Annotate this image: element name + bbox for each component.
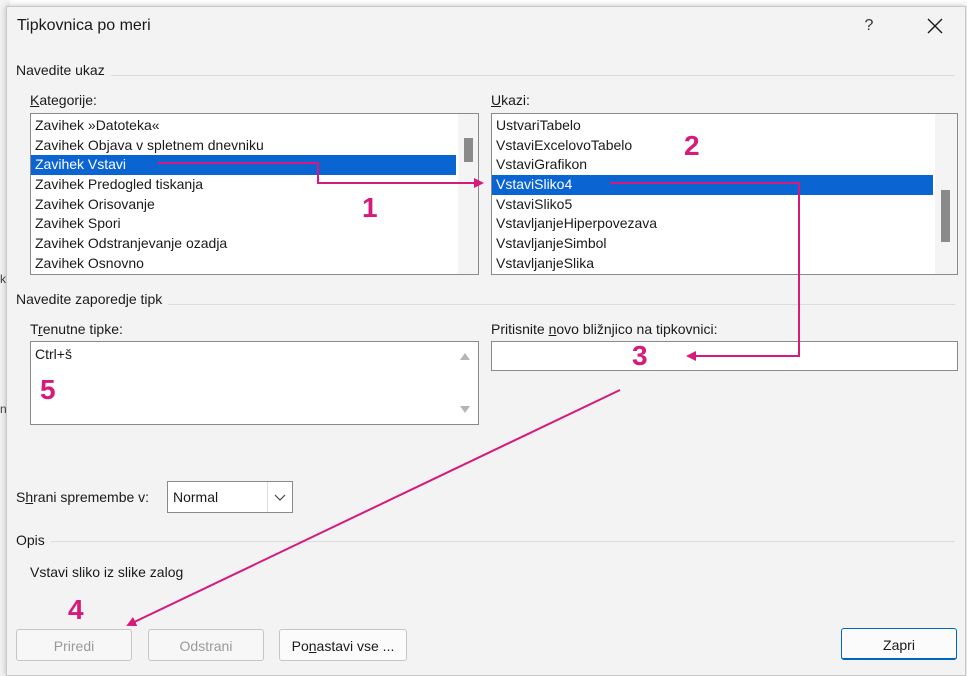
chevron-down-icon[interactable] [267, 482, 292, 512]
categories-scrollbar[interactable] [458, 114, 478, 274]
remove-button[interactable]: Odstrani [148, 629, 264, 661]
command-list-item[interactable]: VstaviExcelovoTabelo [492, 136, 933, 156]
command-list-item[interactable]: VstavljanjeSlika [492, 254, 933, 274]
scroll-up-arrow-icon[interactable] [460, 353, 470, 360]
assign-button[interactable]: Priredi [16, 629, 132, 661]
commands-list[interactable]: UstvariTabelo VstaviExcelovoTabelo VstaviG… [491, 113, 958, 275]
current-keys-list[interactable]: Ctrl+š [30, 341, 479, 425]
new-shortcut-label-text: ovo bližnjico na tipkovnici: [556, 321, 718, 337]
categories-list[interactable]: Zavihek »Datoteka« Zavihek Objava v splet… [30, 113, 479, 275]
command-list-item[interactable]: UstvariTabelo [492, 116, 933, 136]
current-keys-label-text: enutne tipke: [42, 321, 123, 337]
new-shortcut-label: Pritisnite novo bližnjico na tipkovnici: [491, 321, 717, 337]
category-list-item[interactable]: Zavihek Spori [31, 214, 456, 234]
commands-label-access-key: U [491, 92, 502, 108]
description-text: Vstavi sliko iz slike zalog [30, 564, 184, 580]
group-label-description: Opis [16, 532, 51, 548]
category-list-item[interactable]: Zavihek Predogled tiskanja [31, 175, 456, 195]
group-divider [17, 75, 955, 76]
save-in-label-text: rani spremembe v: [33, 489, 150, 505]
new-shortcut-label-start: Pritisnite [491, 321, 549, 337]
current-keys-label: Trenutne tipke: [30, 321, 123, 337]
group-label-keys: Navedite zaporedje tipk [16, 291, 169, 307]
category-list-item[interactable]: Zavihek »Datoteka« [31, 116, 456, 136]
reset-all-label-access-key: n [308, 638, 317, 654]
reset-all-label-start: Po [291, 638, 309, 654]
save-in-value: Normal [173, 489, 219, 505]
command-list-item[interactable]: VstaviSliko4 [492, 175, 933, 195]
category-list-item[interactable]: Zavihek Odstranjevanje ozadja [31, 234, 456, 254]
category-list-item[interactable]: Zavihek Osnovno [31, 254, 456, 274]
command-list-item[interactable]: VstaviSliko5 [492, 195, 933, 215]
save-in-label-start: S [16, 489, 26, 505]
close-icon[interactable] [917, 11, 953, 41]
category-list-item[interactable]: Zavihek Objava v spletnem dnevniku [31, 136, 456, 156]
categories-label: Kategorije: [30, 92, 97, 108]
help-button[interactable]: ? [855, 11, 883, 41]
new-shortcut-input[interactable] [491, 341, 958, 371]
customize-keyboard-dialog: Tipkovnica po meri ? Navedite ukaz Kateg… [6, 6, 966, 676]
scroll-down-arrow-icon[interactable] [460, 406, 470, 413]
title-bar: Tipkovnica po meri ? [7, 7, 965, 47]
current-key-item[interactable]: Ctrl+š [35, 346, 72, 362]
reset-all-label-text: astavi vse ... [316, 638, 395, 654]
save-in-label-access-key: h [25, 489, 34, 505]
command-list-item[interactable]: VstavljanjeSimbol [492, 234, 933, 254]
commands-scroll-thumb[interactable] [941, 190, 950, 242]
commands-label: Ukazi: [491, 92, 530, 108]
current-keys-label-start: T [30, 321, 39, 337]
categories-scroll-thumb[interactable] [464, 138, 473, 162]
annotation-step-2: 2 [684, 130, 700, 161]
annotation-step-4: 4 [68, 594, 84, 625]
category-list-item[interactable]: Zavihek Orisovanje [31, 195, 456, 215]
commands-scrollbar[interactable] [935, 114, 957, 274]
category-list-item[interactable]: Zavihek Vstavi [31, 155, 456, 176]
annotation-step-5: 5 [40, 374, 56, 405]
save-in-select[interactable]: Normal [167, 481, 293, 513]
group-divider [17, 541, 955, 542]
save-in-label: Shrani spremembe v: [16, 489, 149, 505]
command-list-item[interactable]: VstaviGrafikon [492, 155, 933, 175]
annotation-step-1: 1 [362, 192, 378, 223]
reset-all-button[interactable]: Ponastavi vse ... [279, 629, 407, 661]
command-list-item[interactable]: VstavljanjeHiperpovezava [492, 214, 933, 234]
dialog-title: Tipkovnica po meri [17, 17, 151, 34]
categories-label-text: ategorije: [39, 92, 97, 108]
categories-label-access-key: K [30, 92, 40, 108]
close-button[interactable]: Zapri [841, 628, 957, 660]
commands-label-text: kazi: [501, 92, 530, 108]
group-label-command: Navedite ukaz [16, 62, 111, 78]
annotation-step-3: 3 [632, 340, 648, 371]
